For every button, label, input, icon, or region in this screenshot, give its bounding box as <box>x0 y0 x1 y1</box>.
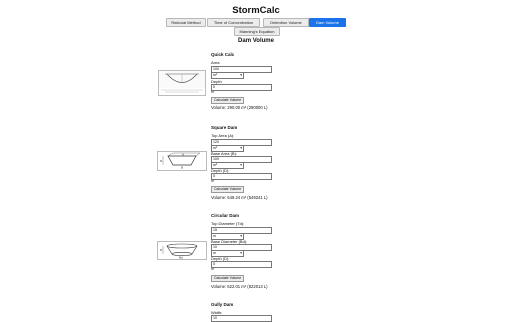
depth-unit: m <box>211 90 214 94</box>
circular-depth-input[interactable]: 5 <box>211 261 272 268</box>
quick-calc-heading: Quick Calc <box>211 52 235 57</box>
nav-mannings-equation-button[interactable]: Manning's Equation <box>234 27 280 36</box>
top-area-unit-value: m² <box>213 146 218 150</box>
nav-dam-volume-button[interactable]: Dam Volume <box>309 18 346 27</box>
quick-calc-result: Volume: 290.00 m³ (290000 L) <box>211 105 268 110</box>
top-diameter-label: Top Diameter (Td): <box>211 221 245 226</box>
gully-dam-heading: Gully Dam <box>211 302 234 307</box>
circular-dam-result: Volume: 622.01 m³ (622013 L) <box>211 284 268 289</box>
svg-text:A: A <box>182 153 184 157</box>
area-unit-select[interactable]: m² ▾ <box>211 72 244 79</box>
area-label: Area <box>211 60 220 65</box>
quick-calc-button[interactable]: Calculate Volume <box>211 97 245 104</box>
svg-text:D: D <box>160 248 163 252</box>
chevron-down-icon: ▾ <box>240 146 242 150</box>
square-calc-button[interactable]: Calculate Volume <box>211 186 245 193</box>
base-area-unit-value: m² <box>213 163 218 167</box>
chevron-down-icon: ▾ <box>240 163 242 167</box>
svg-text:D: D <box>160 159 163 163</box>
app-title: StormCalc <box>232 5 280 16</box>
circular-depth-unit: m <box>211 267 214 271</box>
square-depth-input[interactable]: 5 <box>211 173 272 180</box>
circular-calc-button[interactable]: Calculate Volume <box>211 275 245 282</box>
chevron-down-icon: ▾ <box>240 251 242 255</box>
depth-input[interactable]: 5 <box>211 84 272 91</box>
svg-text:Bd: Bd <box>179 256 183 260</box>
circular-dam-diagram: D Bd <box>157 241 207 260</box>
base-diameter-unit-value: m <box>213 251 216 255</box>
nav-time-of-concentration-button[interactable]: Time of Concentration <box>207 18 260 27</box>
circular-dam-heading: Circular Dam <box>211 213 240 218</box>
nav-detention-volume-button[interactable]: Detention Volume <box>263 18 309 27</box>
nav-rational-method-button[interactable]: Rational Method <box>166 18 206 27</box>
square-dam-diagram: D B A <box>157 151 207 171</box>
top-area-label: Top Area (A): <box>211 133 235 138</box>
top-diameter-unit-value: m <box>213 234 216 238</box>
page-heading: Dam Volume <box>238 38 274 44</box>
svg-text:B: B <box>181 166 183 170</box>
width-input[interactable]: 10 <box>211 315 272 322</box>
area-unit-value: m² <box>213 73 218 77</box>
chevron-down-icon: ▾ <box>240 73 242 77</box>
quick-calc-diagram <box>158 70 206 96</box>
square-depth-unit: m <box>211 179 214 183</box>
square-dam-heading: Square Dam <box>211 125 238 130</box>
square-dam-result: Volume: 549.24 m³ (549241 L) <box>211 195 268 200</box>
